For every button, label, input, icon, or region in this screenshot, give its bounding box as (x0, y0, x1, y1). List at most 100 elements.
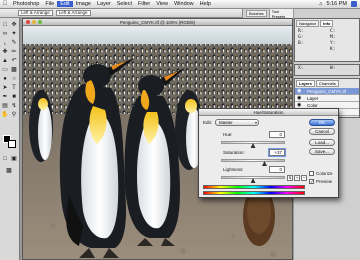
marquee-tool-icon[interactable]: □ (1, 21, 9, 29)
tab-info[interactable]: Info (320, 20, 334, 27)
lightness-field[interactable]: 0 (269, 166, 285, 173)
info-label: K: (330, 47, 336, 52)
layer-name: Layer (307, 96, 319, 101)
path-selection-tool-icon[interactable]: ➤ (1, 84, 9, 92)
colorize-label: Colorize (316, 171, 333, 176)
slice-tool-icon[interactable]: ✎ (10, 39, 18, 47)
close-window-icon[interactable] (26, 20, 30, 24)
dodge-tool-icon[interactable]: ○ (10, 75, 18, 83)
blur-tool-icon[interactable]: ● (1, 75, 9, 83)
edit-label: Edit: (203, 120, 213, 125)
menu-filter[interactable]: Filter (135, 1, 153, 7)
healing-brush-tool-icon[interactable]: ✚ (1, 48, 9, 56)
document-title-bar: Penguins_CMYK.tif @ 100% (RGB/8) (23, 19, 292, 26)
colorize-checkbox[interactable] (309, 171, 314, 176)
saturation-slider-track[interactable] (221, 159, 285, 162)
hand-tool-icon[interactable]: ✋ (1, 111, 9, 119)
info-label: X: (298, 66, 304, 71)
lasso-tool-icon[interactable]: ∞ (1, 30, 9, 38)
layer-row[interactable]: ◉ Penguins_CMYK.tif (295, 88, 359, 95)
eye-icon[interactable]: ◉ (297, 88, 301, 95)
move-tool-icon[interactable]: ✥ (10, 21, 18, 29)
menu-layer[interactable]: Layer (94, 1, 114, 7)
spotlight-icon[interactable] (351, 1, 357, 7)
pen-tool-icon[interactable]: ✒ (1, 93, 9, 101)
background-color-swatch[interactable] (8, 140, 16, 148)
tab-layers[interactable]: Layers (296, 80, 315, 87)
info-label (298, 47, 308, 53)
menu-help[interactable]: Help (197, 1, 214, 7)
tab-navigator[interactable]: Navigator (296, 20, 320, 27)
options-field[interactable]: Left & Arrange (55, 10, 91, 16)
tab-channels[interactable]: Channels (315, 80, 339, 87)
info-value (340, 47, 359, 53)
spectrum-bar-input (203, 185, 305, 189)
apple-menu-icon[interactable]:  (0, 1, 10, 7)
document-title: Penguins_CMYK.tif @ 100% (RGB/8) (119, 19, 196, 25)
eyedropper-icon[interactable]: ↯ (287, 175, 293, 181)
spectrum-bar-output (203, 191, 305, 195)
eyedropper-minus-icon[interactable]: − (301, 175, 307, 181)
notes-tool-icon[interactable]: ▤ (1, 102, 9, 110)
edit-channel-select[interactable]: Master (215, 119, 259, 126)
ok-button[interactable]: OK (309, 119, 335, 126)
standard-mode-icon[interactable]: □ (1, 155, 9, 163)
load-button[interactable]: Load... (309, 139, 335, 146)
info-size-readout: X: W: (295, 65, 359, 73)
crop-tool-icon[interactable]: ⌞ (1, 39, 9, 47)
shape-tool-icon[interactable]: ■ (10, 93, 18, 101)
info-palette: Navigator Info R: C: G: M: B: Y: K: (294, 18, 360, 62)
info-label: W: (330, 66, 336, 71)
menu-photoshop[interactable]: Photoshop (10, 1, 42, 7)
menu-view[interactable]: View (153, 1, 171, 7)
options-field[interactable]: Left & Arrange (18, 10, 53, 16)
preview-label: Preview (316, 179, 333, 184)
hue-field[interactable]: 0 (269, 131, 285, 138)
background-penguin (29, 90, 53, 162)
menu-file[interactable]: File (42, 1, 57, 7)
saturation-field[interactable]: +37 (269, 149, 285, 156)
menu-edit[interactable]: Edit (57, 1, 73, 7)
quick-mask-mode-icon[interactable]: ▣ (10, 155, 18, 163)
hue-saturation-dialog: Hue/Saturation Edit: Master Hue: 0 Satur… (198, 108, 339, 198)
window-controls (26, 20, 42, 24)
menu-extras: ♫ 5:16 PM (319, 1, 360, 7)
dialog-title: Hue/Saturation (199, 109, 338, 116)
zoom-tool-icon[interactable]: ⚲ (10, 111, 18, 119)
zoom-window-icon[interactable] (38, 20, 42, 24)
menu-select[interactable]: Select (114, 1, 135, 7)
info-readout: R: C: G: M: B: Y: K: (295, 28, 359, 54)
history-brush-tool-icon[interactable]: ↶ (10, 57, 18, 65)
clone-stamp-tool-icon[interactable]: ▲ (1, 57, 9, 65)
layer-name: Penguins_CMYK.tif (307, 89, 347, 94)
menu-bar:  Photoshop File Edit Image Layer Select… (0, 0, 360, 9)
layer-row[interactable]: ◉ Layer (295, 95, 359, 102)
save-button[interactable]: Save... (309, 148, 335, 155)
type-tool-icon[interactable]: T (10, 84, 18, 92)
menu-window[interactable]: Window (171, 1, 197, 7)
saturation-label: Saturation: (223, 150, 245, 155)
magic-wand-tool-icon[interactable]: ✦ (10, 30, 18, 38)
preview-checkbox[interactable]: ✓ (309, 179, 314, 184)
layers-tabs: Layers Channels (295, 79, 359, 88)
cancel-button[interactable]: Cancel (309, 128, 335, 135)
minimize-window-icon[interactable] (32, 20, 36, 24)
gradient-tool-icon[interactable]: ▩ (10, 66, 18, 74)
info-value (308, 66, 330, 72)
brush-tool-icon[interactable]: ✏ (10, 48, 18, 56)
lightness-label: Lightness: (223, 167, 244, 172)
speaker-icon[interactable]: ♫ (319, 1, 323, 7)
palette-well: Brushes Tool Presets (242, 7, 294, 20)
eyedropper-plus-icon[interactable]: + (294, 175, 300, 181)
tab-brushes[interactable]: Brushes (246, 10, 267, 17)
eye-icon[interactable]: ◉ (297, 95, 301, 102)
menu-clock[interactable]: 5:16 PM (327, 1, 347, 7)
hue-label: Hue: (223, 132, 233, 137)
screen-mode-icon[interactable]: ▩ (5, 167, 13, 175)
info-size-palette: X: W: (294, 64, 360, 76)
info-tabs: Navigator Info (295, 19, 359, 28)
toolbox: □ ✥ ∞ ✦ ⌞ ✎ ✚ ✏ ▲ ↶ ▭ ▩ ● ○ ➤ T ✒ ■ ▤ ↯ … (0, 18, 20, 260)
eraser-tool-icon[interactable]: ▭ (1, 66, 9, 74)
menu-image[interactable]: Image (73, 1, 94, 7)
eyedropper-tool-icon[interactable]: ↯ (10, 102, 18, 110)
